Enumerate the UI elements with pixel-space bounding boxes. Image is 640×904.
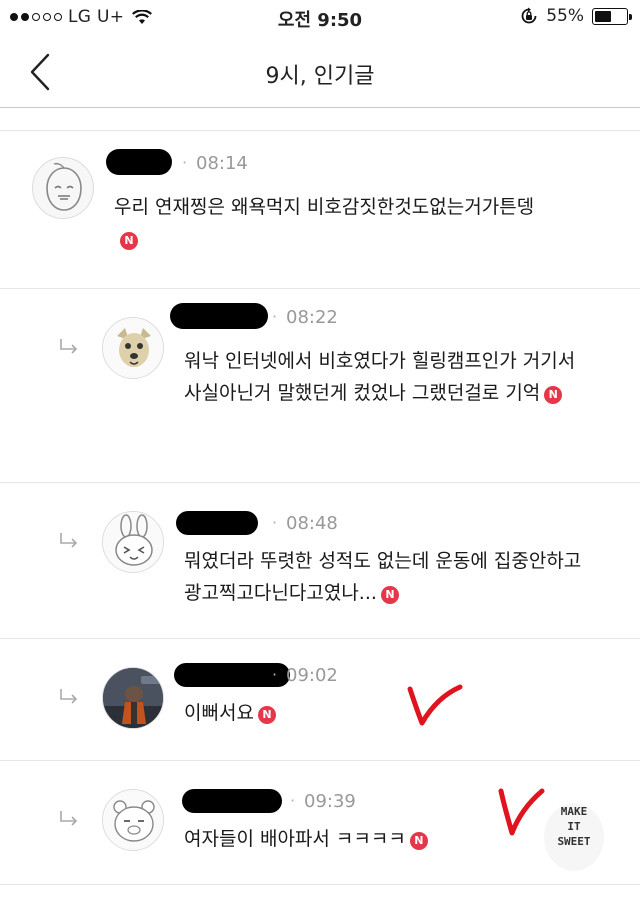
comment-text: 워낙 인터넷에서 비호였다가 힐링캠프인가 거기서 사실아닌거 말했던게 컸었나… bbox=[184, 350, 576, 404]
dog-character-icon[interactable] bbox=[102, 317, 164, 379]
comment-time: 09:02 bbox=[286, 665, 338, 686]
redacted-nickname bbox=[182, 789, 282, 813]
comment-text: 우리 연재찡은 왜욕먹지 비호감짓한것도없는거가튼뎅 N bbox=[114, 191, 624, 255]
reply-arrow-icon bbox=[60, 339, 78, 354]
redacted-nickname bbox=[106, 149, 172, 175]
meta-separator: · bbox=[182, 153, 188, 172]
redacted-nickname bbox=[170, 303, 268, 329]
meta-separator: · bbox=[272, 307, 278, 326]
new-badge: N bbox=[409, 832, 428, 850]
comment-time: 09:39 bbox=[304, 791, 356, 812]
rabbit-character-icon[interactable] bbox=[102, 511, 164, 573]
comment-time: 08:48 bbox=[286, 513, 338, 534]
comment-reply-item[interactable]: · 08:22 워낙 인터넷에서 비호였다가 힐링캠프인가 거기서 사실아닌거 … bbox=[0, 289, 640, 483]
comment-reply-item[interactable]: · 09:02 이뻐서요 N bbox=[0, 639, 640, 761]
comment-time: 08:22 bbox=[286, 307, 338, 328]
comment-reply-item[interactable]: · 09:39 여자들이 배아파서 ㅋㅋㅋㅋ N MAKE IT SWEET bbox=[0, 761, 640, 885]
new-badge: N bbox=[257, 706, 276, 724]
page-title: 9시, 인기글 bbox=[265, 64, 375, 89]
comment-text: 여자들이 배아파서 ㅋㅋㅋㅋ N bbox=[184, 823, 494, 855]
comment-text: 뭐였더라 뚜렷한 성적도 없는데 운동에 집중안하고 광고찍고다닌다고였나...… bbox=[184, 550, 582, 604]
reply-arrow-icon bbox=[60, 689, 78, 704]
comment-text: 이뻐서요 N bbox=[184, 697, 384, 729]
meta-separator: · bbox=[290, 791, 296, 810]
status-right: 55% bbox=[520, 6, 632, 26]
comment-time: 08:14 bbox=[196, 153, 248, 174]
new-badge: N bbox=[544, 386, 563, 404]
red-checkmark-annotation bbox=[407, 684, 463, 726]
sticker-text: MAKE bbox=[561, 805, 588, 818]
list-top-spacer bbox=[0, 109, 640, 131]
orientation-lock-icon bbox=[521, 7, 537, 24]
comment-reply-item[interactable]: · 08:48 뭐였더라 뚜렷한 성적도 없는데 운동에 집중안하고 광고찍고다… bbox=[0, 483, 640, 639]
nav-bar: 9시, 인기글 bbox=[0, 36, 640, 108]
new-badge: N bbox=[380, 586, 399, 604]
battery-icon bbox=[592, 7, 632, 25]
new-badge: N bbox=[120, 232, 138, 250]
comment-list: · 08:14 우리 연재찡은 왜욕먹지 비호감짓한것도없는거가튼뎅 N · 08… bbox=[0, 109, 640, 885]
comment-item[interactable]: · 08:14 우리 연재찡은 왜욕먹지 비호감짓한것도없는거가튼뎅 N bbox=[0, 131, 640, 289]
reply-arrow-icon bbox=[60, 533, 78, 548]
reply-arrow-icon bbox=[60, 811, 78, 826]
bear-character-icon[interactable] bbox=[102, 789, 164, 851]
sticker-text: IT bbox=[567, 820, 581, 833]
make-it-sweet-sticker: MAKE IT SWEET bbox=[540, 795, 608, 873]
sticker-text: SWEET bbox=[557, 835, 590, 848]
meta-separator: · bbox=[272, 665, 278, 684]
battery-percent: 55% bbox=[546, 6, 584, 26]
raccoon-photo-icon[interactable] bbox=[102, 667, 164, 729]
redacted-nickname bbox=[176, 511, 258, 535]
meta-separator: · bbox=[272, 513, 278, 532]
peach-character-icon[interactable] bbox=[32, 157, 94, 219]
status-bar: LG U+ 오전 9:50 55% bbox=[0, 0, 640, 36]
